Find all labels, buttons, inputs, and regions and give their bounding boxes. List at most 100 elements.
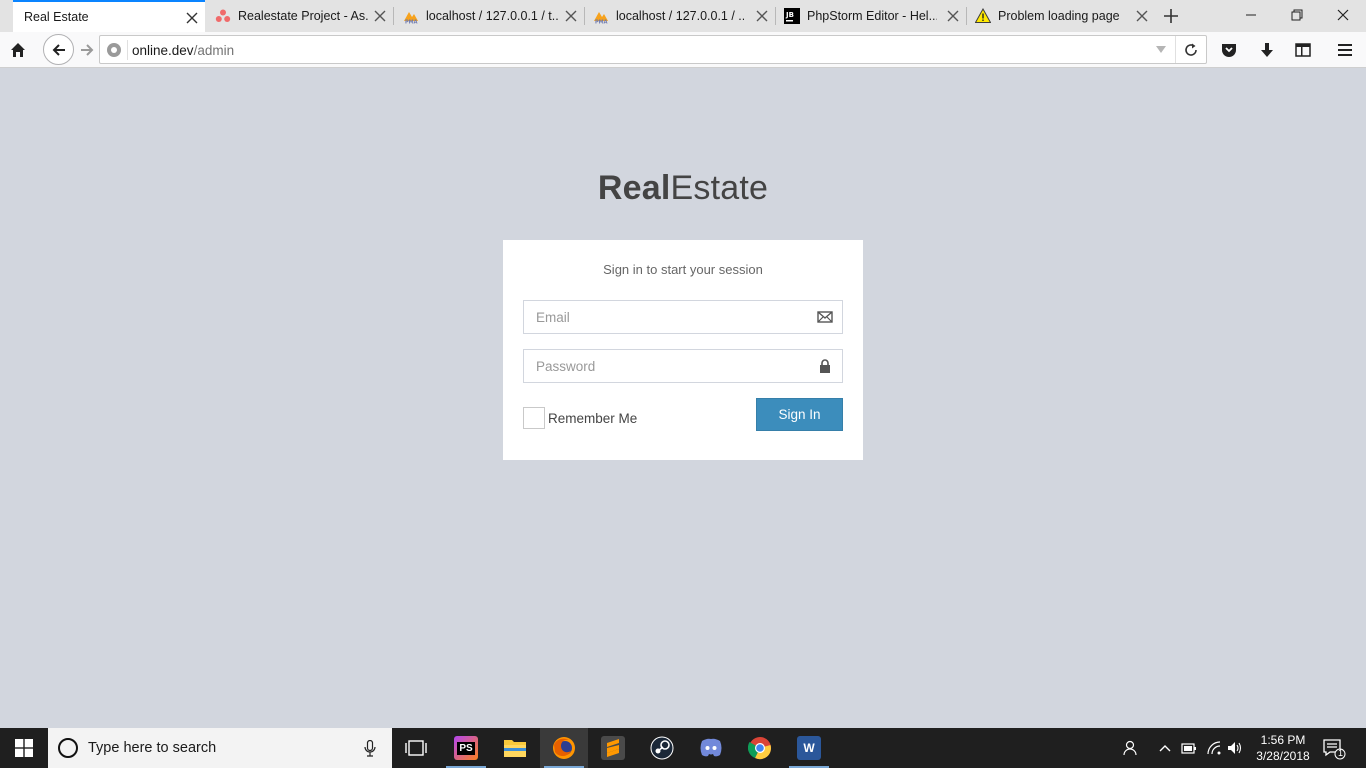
- remember-me-row: Remember Me: [523, 407, 637, 429]
- word-icon: W: [797, 736, 821, 760]
- tab-realestate-project[interactable]: Realestate Project - As...: [205, 0, 393, 32]
- downloads-button[interactable]: [1258, 41, 1276, 59]
- sidebar-icon: [1295, 43, 1311, 57]
- taskbar-app-chrome[interactable]: [736, 728, 784, 768]
- tab-problem-loading[interactable]: Problem loading page: [967, 0, 1155, 32]
- new-tab-icon[interactable]: [1163, 8, 1179, 24]
- url-path: /admin: [193, 43, 235, 58]
- steam-icon: [650, 736, 674, 760]
- tab-real-estate[interactable]: Real Estate: [13, 0, 205, 32]
- close-tab-icon[interactable]: [185, 11, 199, 25]
- discord-icon: [700, 738, 722, 757]
- page-content: RealEstate Sign in to start your session…: [0, 69, 1366, 728]
- browser-tab-bar: Real Estate Realestate Project - As... P…: [0, 0, 1366, 32]
- site-logo[interactable]: RealEstate: [0, 169, 1366, 208]
- tab-title: Problem loading page: [998, 9, 1120, 23]
- lock-icon: [820, 359, 830, 373]
- battery-icon[interactable]: [1181, 740, 1197, 756]
- back-button[interactable]: [43, 34, 74, 65]
- url-divider: [1175, 36, 1176, 63]
- login-box: Sign in to start your session Remember M…: [503, 240, 863, 460]
- close-icon: [1337, 9, 1349, 21]
- site-info-icon[interactable]: [107, 43, 121, 57]
- taskbar-app-phpstorm[interactable]: PS: [442, 728, 490, 768]
- taskbar-app-firefox[interactable]: [540, 728, 588, 768]
- email-field: [523, 300, 843, 334]
- warning-icon: [975, 8, 991, 24]
- people-icon[interactable]: [1121, 740, 1137, 756]
- taskbar-app-file-explorer[interactable]: [491, 728, 539, 768]
- microphone-icon[interactable]: [364, 740, 376, 757]
- taskbar-app-discord[interactable]: [687, 728, 735, 768]
- volume-icon[interactable]: [1227, 740, 1243, 756]
- sidebar-button[interactable]: [1294, 41, 1312, 59]
- minimize-button[interactable]: [1228, 0, 1274, 30]
- menu-button[interactable]: [1336, 41, 1354, 59]
- phpmyadmin-icon: PMA: [403, 8, 419, 24]
- minimize-icon: [1246, 14, 1256, 16]
- show-hidden-icons-icon[interactable]: [1157, 740, 1173, 756]
- phpstorm-icon: PS: [454, 736, 478, 760]
- close-tab-icon[interactable]: [755, 9, 769, 23]
- restore-button[interactable]: [1274, 0, 1320, 30]
- svg-text:JB: JB: [785, 11, 794, 19]
- url-history-dropdown-icon[interactable]: [1156, 46, 1166, 53]
- home-icon: [11, 43, 25, 57]
- tab-phpmyadmin-1[interactable]: PMA localhost / 127.0.0.1 / t...: [394, 0, 584, 32]
- action-center-button[interactable]: 1: [1322, 736, 1346, 760]
- notification-count: 1: [1337, 748, 1343, 758]
- reload-icon[interactable]: [1183, 42, 1199, 58]
- download-icon: [1261, 43, 1273, 57]
- address-bar[interactable]: online.dev/admin: [99, 35, 1207, 64]
- windows-taskbar: Type here to search PS W 1:56 PM 3/28/20…: [0, 728, 1366, 768]
- windows-logo-icon: [15, 739, 33, 757]
- clock-time: 1:56 PM: [1260, 733, 1306, 747]
- tab-phpstorm-editor[interactable]: JB PhpStorm Editor - Hel...: [776, 0, 966, 32]
- taskbar-app-word[interactable]: W: [785, 728, 833, 768]
- pocket-button[interactable]: [1220, 41, 1238, 59]
- logo-bold-text: Real: [597, 169, 671, 207]
- start-button[interactable]: [0, 728, 48, 768]
- password-field: [523, 349, 843, 383]
- phpmyadmin-icon: PMA: [593, 8, 609, 24]
- password-input[interactable]: [524, 350, 842, 382]
- sublime-text-icon: [601, 736, 625, 760]
- close-tab-icon[interactable]: [946, 9, 960, 23]
- close-tab-icon[interactable]: [1135, 9, 1149, 23]
- close-window-button[interactable]: [1320, 0, 1366, 30]
- url-text[interactable]: online.dev/admin: [132, 43, 234, 58]
- envelope-icon: [817, 311, 833, 323]
- asana-icon: [215, 8, 231, 24]
- taskbar-app-steam[interactable]: [638, 728, 686, 768]
- tab-phpmyadmin-2[interactable]: PMA localhost / 127.0.0.1 / ...: [585, 0, 775, 32]
- hamburger-menu-icon: [1338, 44, 1352, 56]
- tab-title: Real Estate: [24, 10, 89, 24]
- taskbar-clock[interactable]: 1:56 PM 3/28/2018: [1250, 732, 1316, 764]
- close-tab-icon[interactable]: [373, 9, 387, 23]
- tab-title: localhost / 127.0.0.1 / ...: [616, 9, 744, 23]
- remember-me-checkbox[interactable]: [523, 407, 545, 429]
- task-view-button[interactable]: [392, 728, 440, 768]
- taskbar-search-box[interactable]: Type here to search: [48, 728, 392, 768]
- browser-toolbar: online.dev/admin: [0, 32, 1366, 68]
- tab-title: PhpStorm Editor - Hel...: [807, 9, 937, 23]
- logo-light-text: Estate: [670, 169, 769, 207]
- sign-in-button[interactable]: Sign In: [756, 398, 843, 431]
- email-input[interactable]: [524, 301, 842, 333]
- taskbar-app-sublime-text[interactable]: [589, 728, 637, 768]
- back-arrow-icon: [52, 43, 65, 56]
- forward-button[interactable]: [78, 41, 96, 59]
- cortana-icon: [58, 738, 78, 758]
- tab-title: localhost / 127.0.0.1 / t...: [426, 9, 558, 23]
- url-host: online.dev: [132, 43, 194, 58]
- remember-me-label[interactable]: Remember Me: [548, 411, 637, 426]
- file-explorer-icon: [504, 740, 526, 757]
- home-button[interactable]: [9, 41, 27, 59]
- close-tab-icon[interactable]: [564, 9, 578, 23]
- task-view-icon: [405, 740, 427, 756]
- firefox-icon: [553, 737, 575, 759]
- wifi-icon[interactable]: [1206, 740, 1222, 756]
- pocket-icon: [1222, 44, 1236, 57]
- url-separator: [127, 40, 128, 60]
- restore-icon: [1291, 9, 1303, 21]
